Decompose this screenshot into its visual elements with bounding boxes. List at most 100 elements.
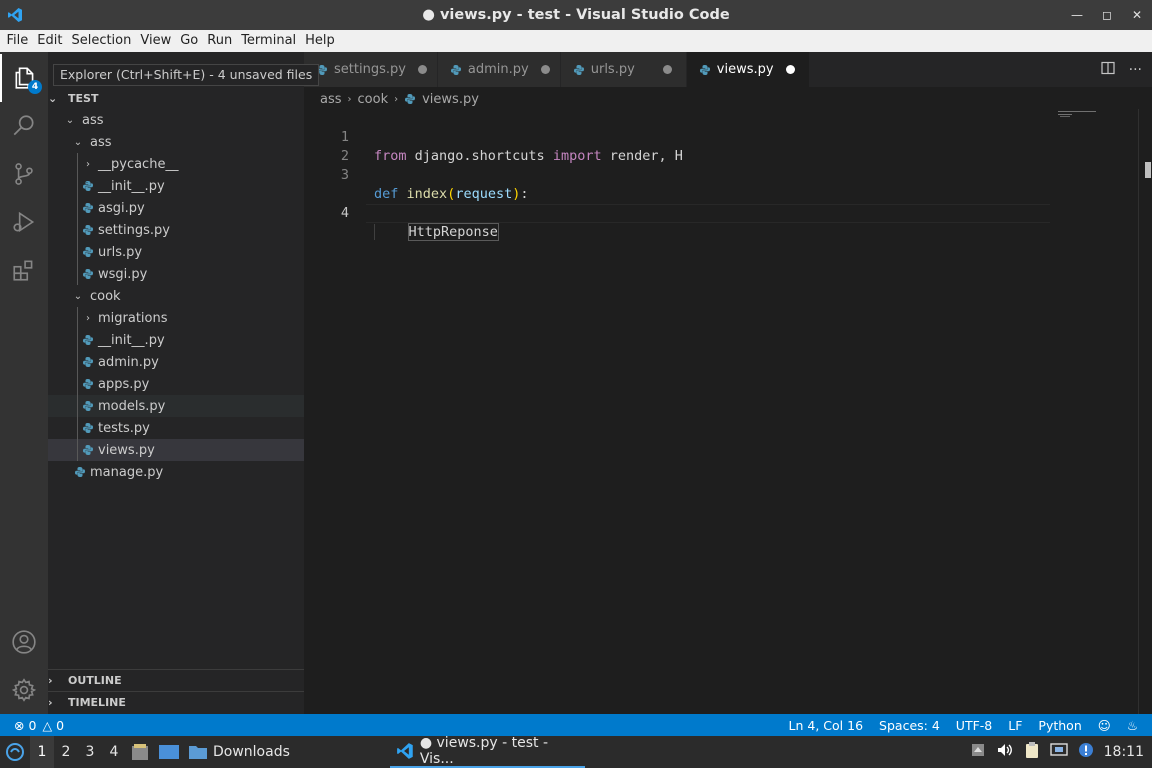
volume-icon[interactable] <box>996 742 1014 762</box>
extensions-button[interactable] <box>0 246 48 294</box>
tree-file-admin[interactable]: admin.py <box>48 351 304 373</box>
unsaved-dot-icon[interactable] <box>662 65 672 74</box>
tree-item-label: ass <box>82 112 104 128</box>
menu-terminal[interactable]: Terminal <box>237 30 301 52</box>
accounts-button[interactable] <box>0 618 48 666</box>
menu-go[interactable]: Go <box>176 30 203 52</box>
minimap[interactable] <box>1058 109 1138 119</box>
tree-folder-ass-inner[interactable]: ⌄ ass <box>48 131 304 153</box>
tree-item-label: wsgi.py <box>98 266 148 282</box>
workspace-1[interactable]: 1 <box>30 736 54 768</box>
tree-item-label: __pycache__ <box>98 156 179 172</box>
tree-folder-ass[interactable]: ⌄ ass <box>48 109 304 131</box>
tree-file-views[interactable]: views.py <box>48 439 304 461</box>
menu-help[interactable]: Help <box>301 30 340 52</box>
cursor-position[interactable]: Ln 4, Col 16 <box>789 718 864 733</box>
tree-item-label: cook <box>90 288 121 304</box>
menu-file[interactable]: File <box>2 30 33 52</box>
chevron-down-icon: ⌄ <box>73 290 83 302</box>
indent-guide <box>374 224 408 240</box>
code-editor[interactable]: 1 from django.shortcuts import render, H… <box>304 109 1152 241</box>
tree-item-label: admin.py <box>98 354 159 370</box>
problems-indicator[interactable]: ⊗ 0 △ 0 <box>14 718 64 733</box>
breadcrumb-item[interactable]: cook <box>358 92 389 107</box>
chevron-down-icon: ⌄ <box>48 91 58 105</box>
tree-file-apps[interactable]: apps.py <box>48 373 304 395</box>
tab-urls[interactable]: urls.py <box>560 52 687 87</box>
clipboard-icon[interactable] <box>1024 741 1040 763</box>
vscode-logo-icon <box>0 0 30 30</box>
timeline-section[interactable]: › TIMELINE <box>48 691 304 713</box>
tree-folder-migrations[interactable]: › migrations <box>48 307 304 329</box>
minimize-icon[interactable]: — <box>1070 8 1084 22</box>
outline-section[interactable]: › OUTLINE <box>48 669 304 691</box>
language-mode[interactable]: Python <box>1038 718 1081 733</box>
search-button[interactable] <box>0 102 48 150</box>
start-menu-button[interactable] <box>0 736 30 768</box>
explorer-root-header[interactable]: ⌄ TEST <box>48 87 304 109</box>
tree-item-label: apps.py <box>98 376 150 392</box>
tree-file-init-cook[interactable]: __init__.py <box>48 329 304 351</box>
file-manager-launcher[interactable] <box>126 736 154 768</box>
chevron-right-icon: › <box>48 696 53 709</box>
unsaved-dot-icon[interactable] <box>785 65 795 74</box>
file-tree: ⌄ ass ⌄ ass › __pycache__ __init__.py as… <box>48 109 304 483</box>
line-number: 4 <box>340 205 349 221</box>
tree-item-label: settings.py <box>98 222 170 238</box>
identifier-token: HttpReponse <box>407 223 499 241</box>
python-file-icon <box>80 378 96 390</box>
tab-label: admin.py <box>467 62 529 77</box>
desktop-launcher[interactable] <box>154 736 184 768</box>
unsaved-dot-icon[interactable] <box>417 65 427 74</box>
tree-file-settings[interactable]: settings.py <box>48 219 304 241</box>
tab-label: urls.py <box>590 62 635 77</box>
tree-folder-cook[interactable]: ⌄ cook <box>48 285 304 307</box>
notification-icon[interactable] <box>1078 742 1094 762</box>
indentation[interactable]: Spaces: 4 <box>879 718 940 733</box>
gear-icon <box>11 678 37 702</box>
tree-file-asgi[interactable]: asgi.py <box>48 197 304 219</box>
tab-admin[interactable]: admin.py <box>437 52 561 87</box>
run-debug-button[interactable] <box>0 198 48 246</box>
tab-views[interactable]: views.py <box>686 52 810 87</box>
tree-file-init[interactable]: __init__.py <box>48 175 304 197</box>
network-icon[interactable] <box>1049 742 1068 762</box>
tree-file-wsgi[interactable]: wsgi.py <box>48 263 304 285</box>
workspace-4[interactable]: 4 <box>102 736 126 768</box>
more-actions-icon[interactable]: ··· <box>1129 62 1142 78</box>
tree-file-models[interactable]: models.py <box>48 395 304 417</box>
tab-label: settings.py <box>334 62 406 77</box>
workspace-3[interactable]: 3 <box>78 736 102 768</box>
tree-file-urls[interactable]: urls.py <box>48 241 304 263</box>
vscode-task-button[interactable]: ● views.py - test - Vis... <box>390 735 585 768</box>
tree-file-tests[interactable]: tests.py <box>48 417 304 439</box>
breadcrumb-item[interactable]: ass <box>320 92 342 107</box>
unsaved-dot-icon[interactable] <box>540 65 550 74</box>
split-editor-icon[interactable] <box>1101 61 1115 79</box>
menu-view[interactable]: View <box>136 30 176 52</box>
manage-button[interactable] <box>0 666 48 714</box>
maximize-icon[interactable]: ◻ <box>1100 8 1114 22</box>
explorer-button[interactable]: 4 <box>0 54 48 102</box>
tree-file-manage[interactable]: manage.py <box>48 461 304 483</box>
tree-folder-pycache[interactable]: › __pycache__ <box>48 153 304 175</box>
tab-settings[interactable]: settings.py <box>304 52 438 87</box>
feedback-icon[interactable]: ☺ <box>1098 718 1111 733</box>
editor-scrollbar[interactable] <box>1138 109 1152 714</box>
source-control-button[interactable] <box>0 150 48 198</box>
menu-run[interactable]: Run <box>203 30 237 52</box>
workspace-2[interactable]: 2 <box>54 736 78 768</box>
downloads-folder-button[interactable]: Downloads <box>184 736 294 768</box>
bell-icon[interactable]: ♨ <box>1127 718 1138 733</box>
folder-icon <box>189 746 207 759</box>
breadcrumb-item[interactable]: views.py <box>422 92 479 107</box>
close-icon[interactable]: ✕ <box>1130 8 1144 22</box>
menu-edit[interactable]: Edit <box>33 30 67 52</box>
warning-count: 0 <box>56 717 65 733</box>
encoding[interactable]: UTF-8 <box>956 718 992 733</box>
menu-selection[interactable]: Selection <box>67 30 136 52</box>
account-icon <box>12 630 36 654</box>
clock[interactable]: 18:11 <box>1104 744 1144 760</box>
line-ending[interactable]: LF <box>1008 718 1022 733</box>
eject-icon[interactable] <box>970 742 986 762</box>
